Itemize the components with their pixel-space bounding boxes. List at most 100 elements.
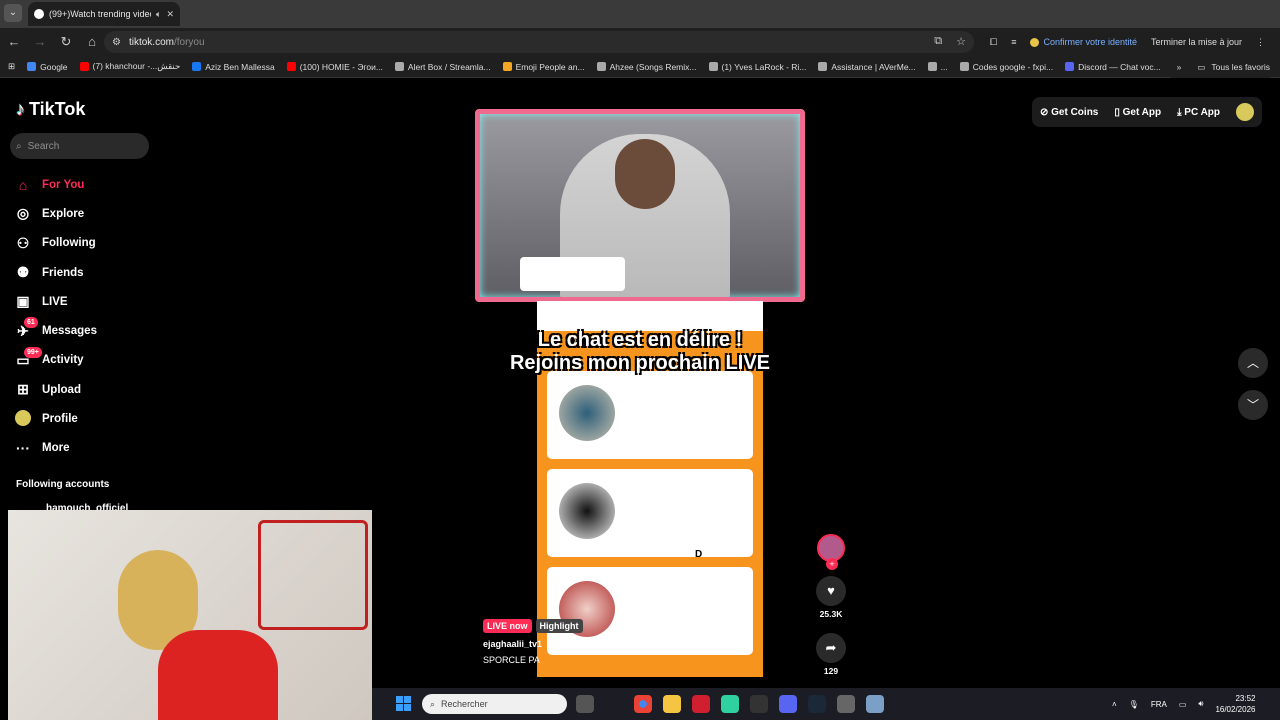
bookmark-item[interactable]: Ahzee (Songs Remix... [596,62,697,72]
address-bar[interactable]: ⚙ tiktok.com/foryou ⧉ ☆ [104,31,974,53]
avatar [15,409,31,426]
like-count: 25.3K [819,609,843,619]
sidebar-item-messages[interactable]: ✈ 61 Messages [14,316,164,345]
sidebar-item-activity[interactable]: ▭ 99+ Activity [14,346,164,375]
follow-plus-icon[interactable]: + [826,558,838,570]
video-username[interactable]: ejaghaalii_tv1 [483,639,583,649]
site-info-icon[interactable]: ⚙ [112,37,121,48]
task-view-icon[interactable] [576,695,594,713]
following-accounts-title: Following accounts [16,479,110,490]
sidebar-item-explore[interactable]: ◎ Explore [14,199,164,228]
discord-icon[interactable] [779,695,797,713]
clock[interactable]: 23:52 16/02/2026 [1215,693,1255,715]
app-icon[interactable] [721,695,739,713]
apps-grid-icon[interactable]: ⊞ [8,61,15,72]
tiktok-favicon [34,9,44,19]
settings-icon[interactable] [866,695,884,713]
bookmark-item[interactable]: Aziz Ben Mallessa [192,62,275,72]
get-app-button[interactable]: ▯ Get App [1114,107,1161,118]
bookmark-item[interactable]: (1) Yves LaRock - Ri... [708,62,806,72]
clock-date: 16/02/2026 [1215,705,1256,714]
messages-badge: 61 [24,317,38,329]
tab-search-button[interactable]: ⌄ [4,4,22,22]
bookmark-item[interactable]: (100) HOMIE - Эгои... [286,62,383,72]
close-tab-icon[interactable]: ✕ [166,9,174,20]
sidebar-item-live[interactable]: ▣ LIVE [14,287,164,316]
reading-list-icon[interactable]: ≡ [1011,37,1016,47]
brand-text: TikTok [29,99,86,119]
sidebar-item-profile[interactable]: Profile [14,404,164,433]
tiktok-logo[interactable]: ♪ TikTok [16,99,85,120]
file-explorer-icon[interactable] [663,695,681,713]
extensions-icon[interactable]: ⧠ [990,37,997,48]
kebab-menu-icon[interactable]: ⋮ [1256,37,1265,48]
url-host: tiktok.com [128,36,174,48]
network-icon[interactable]: ▭ [1179,700,1187,709]
sidebar-item-friends[interactable]: ⚉ Friends [14,258,164,287]
steam-icon[interactable] [808,695,826,713]
search-icon: ⌕ [16,140,22,152]
taskbar-search[interactable]: ⌕ Rechercher [422,694,567,714]
bookmark-item[interactable]: Discord — Chat voc... [1065,62,1161,72]
share-icon: ➦ [825,640,837,655]
video-caption: Le chat est en délire ! Rejoins mon proc… [475,329,805,375]
chevron-right-icon[interactable]: » [1177,62,1182,72]
sidebar-item-upload[interactable]: ⊞ Upload [14,375,164,404]
language-indicator[interactable]: FRA [1151,700,1167,709]
bookmark-favicon [27,62,37,71]
url-path: /foryou [173,36,205,48]
phone-header [537,301,763,331]
confirm-identity-button[interactable]: Confirmer votre identité [1030,37,1137,47]
install-app-icon[interactable]: ⧉ [934,35,942,48]
like-button[interactable]: ♥ [816,576,846,606]
chrome-icon[interactable] [634,695,652,713]
user-avatar[interactable] [1235,103,1254,121]
creator-avatar[interactable]: + [817,534,845,570]
speaker-icon[interactable]: 🔈︎ [156,9,161,20]
browser-tab[interactable]: (99+)Watch trending video 🔈︎ ✕ [28,2,180,26]
bookmark-star-icon[interactable]: ☆ [956,35,966,48]
get-coins-button[interactable]: ⊘ Get Coins [1040,107,1098,118]
next-video-button[interactable]: ﹀ [1238,390,1268,420]
taskbar-search-placeholder: Rechercher [441,699,488,709]
home-button[interactable]: ⌂ [80,30,104,54]
chat-card [547,371,753,459]
confirm-identity-label: Confirmer votre identité [1043,37,1138,47]
system-tray: ˄ 🎙︎ FRA ▭ 🔊︎ 23:52 16/02/2026 [1112,688,1255,720]
app-icon[interactable] [750,695,768,713]
bookmark-item[interactable]: (7) khanchour -...حنقش [79,61,180,72]
obs-icon[interactable] [837,695,855,713]
bookmark-item[interactable]: Google [27,62,68,72]
video-player[interactable]: Le chat est en délire ! Rejoins mon proc… [475,109,805,679]
search-input[interactable]: ⌕ Search [10,133,149,159]
bookmark-favicon [192,62,202,71]
reload-button[interactable]: ↻ [54,30,78,54]
share-button[interactable]: ➦ [816,633,846,663]
top-right-actions: ⊘ Get Coins ▯ Get App ⤓ PC App [1032,97,1262,127]
chevron-up-icon[interactable]: ˄ [1112,700,1117,709]
previous-video-button[interactable]: ︿ [1238,348,1268,378]
forward-button[interactable]: → [28,30,52,54]
pc-app-button[interactable]: ⤓ PC App [1177,107,1220,118]
clock-time: 23:52 [1235,694,1256,703]
volume-icon[interactable]: 🔊︎ [1198,699,1203,709]
bookmark-item[interactable]: Alert Box / Streamla... [394,62,491,72]
live-now-badge[interactable]: LIVE now [483,619,532,633]
bookmark-item[interactable]: Assistance | AVerMe... [818,62,916,72]
back-button[interactable]: ← [2,30,26,54]
bookmark-item[interactable]: ... [927,62,948,72]
bookmark-item[interactable]: Emoji People an... [502,62,585,72]
windows-start-icon[interactable] [396,696,412,712]
sidebar-item-for-you[interactable]: ⌂ For You [14,170,164,199]
bookmark-item[interactable]: Codes google - fxpi... [959,62,1053,72]
sidebar-item-label: Explore [42,207,85,220]
microphone-icon[interactable]: 🎙︎ [1129,700,1139,709]
adobe-icon[interactable] [692,695,710,713]
update-button[interactable]: Terminer la mise à jour [1151,37,1242,47]
all-favorites[interactable]: » ▭ Tous les favoris [1170,56,1270,78]
bookmark-favicon [959,62,969,71]
sidebar-item-more[interactable]: ··· More [14,434,164,463]
chat-avatar [559,483,615,539]
live-icon: ▣ [16,293,30,310]
sidebar-item-following[interactable]: ⚇ Following [14,229,164,258]
